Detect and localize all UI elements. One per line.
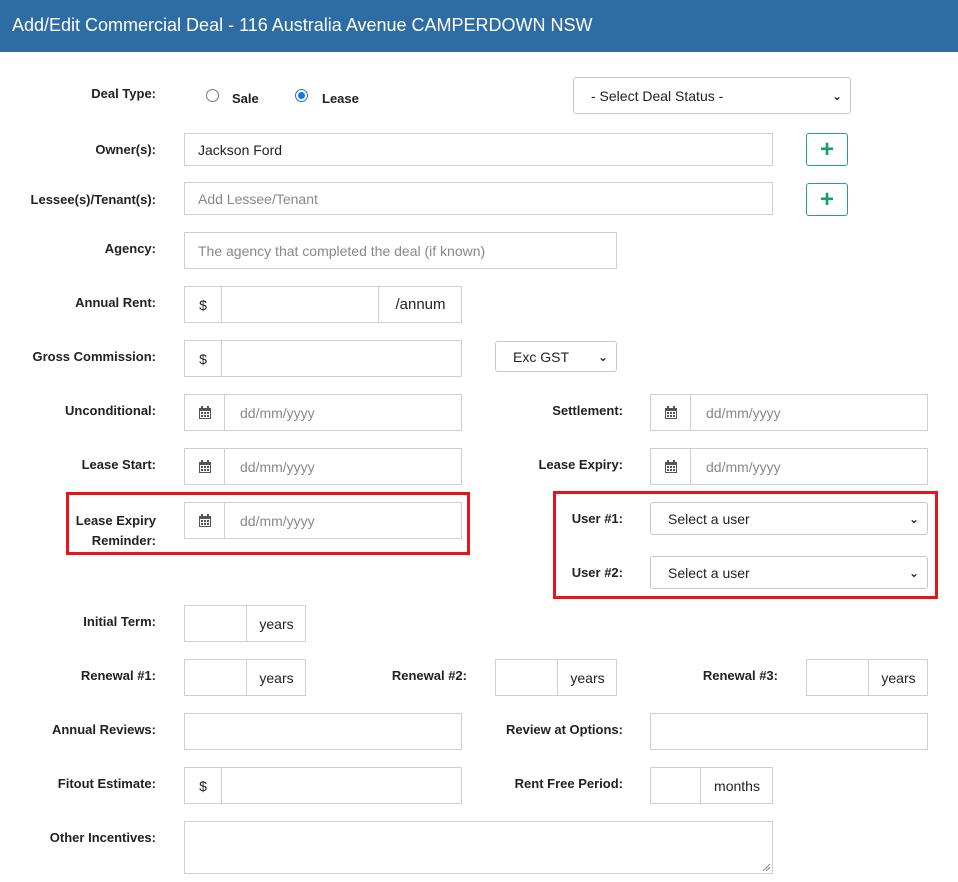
radio-lease-label[interactable]: Lease (322, 91, 359, 106)
calendar-icon[interactable] (651, 449, 691, 484)
lease-expiry-placeholder: dd/mm/yyyy (706, 459, 781, 475)
other-incentives-textarea[interactable] (184, 821, 773, 874)
radio-sale[interactable] (206, 89, 219, 102)
gst-select[interactable]: Exc GST ⌄ (495, 341, 617, 372)
settlement-placeholder: dd/mm/yyyy (706, 405, 781, 421)
fitout-prefix: $ (185, 768, 222, 803)
calendar-icon[interactable] (185, 503, 225, 538)
annual-rent-prefix: $ (185, 287, 222, 322)
lessee-input[interactable]: Add Lessee/Tenant (184, 182, 773, 215)
initial-term-unit: years (246, 606, 306, 641)
reminder-date-input[interactable]: dd/mm/yyyy (184, 502, 462, 539)
settlement-date-input[interactable]: dd/mm/yyyy (650, 394, 928, 431)
lessee-label: Lessee(s)/Tenant(s): (30, 192, 156, 207)
lease-expiry-label: Lease Expiry: (538, 457, 623, 472)
add-owner-button[interactable]: + (806, 133, 848, 166)
renewal1-input[interactable]: years (184, 659, 306, 696)
add-lessee-button[interactable]: + (806, 183, 848, 216)
annual-rent-suffix: /annum (378, 287, 462, 322)
initial-term-label: Initial Term: (83, 614, 156, 629)
settlement-label: Settlement: (552, 403, 623, 418)
deal-status-select[interactable]: - Select Deal Status - ⌄ (573, 77, 851, 114)
renewal1-unit: years (246, 660, 306, 695)
renewal2-unit: years (557, 660, 617, 695)
radio-lease[interactable] (295, 89, 308, 102)
gross-commission-input[interactable]: $ (184, 340, 462, 377)
unconditional-placeholder: dd/mm/yyyy (240, 405, 315, 421)
reminder-label: Lease Expiry Reminder: (60, 511, 156, 551)
lease-expiry-date-input[interactable]: dd/mm/yyyy (650, 448, 928, 485)
review-options-input[interactable] (650, 713, 928, 750)
dialog-title: Add/Edit Commercial Deal - 116 Australia… (12, 15, 593, 35)
resize-handle-icon[interactable] (762, 863, 770, 871)
review-options-label: Review at Options: (505, 722, 623, 737)
deal-status-value: - Select Deal Status - (591, 87, 724, 104)
rent-free-unit: months (700, 768, 773, 803)
lease-start-placeholder: dd/mm/yyyy (240, 459, 315, 475)
renewal2-input[interactable]: years (495, 659, 617, 696)
dialog-header: Add/Edit Commercial Deal - 116 Australia… (0, 0, 958, 52)
owners-input[interactable]: Jackson Ford (184, 133, 773, 166)
chevron-down-icon: ⌄ (908, 565, 919, 580)
owners-label: Owner(s): (95, 142, 156, 157)
radio-sale-label[interactable]: Sale (232, 91, 259, 106)
unconditional-label: Unconditional: (65, 403, 156, 418)
user2-label: User #2: (571, 565, 623, 580)
reminder-label-line2: Reminder: (91, 533, 156, 548)
renewal3-label: Renewal #3: (702, 668, 778, 683)
reminder-placeholder: dd/mm/yyyy (240, 513, 315, 529)
rent-free-input[interactable]: months (650, 767, 773, 804)
unconditional-date-input[interactable]: dd/mm/yyyy (184, 394, 462, 431)
chevron-down-icon: ⌄ (597, 349, 608, 364)
renewal1-label: Renewal #1: (80, 668, 156, 683)
user1-select-value: Select a user (668, 510, 750, 527)
lessee-placeholder: Add Lessee/Tenant (198, 190, 318, 207)
annual-rent-input[interactable]: $ /annum (184, 286, 462, 323)
agency-placeholder: The agency that completed the deal (if k… (198, 242, 486, 259)
deal-type-label: Deal Type: (91, 86, 156, 101)
renewal2-label: Renewal #2: (391, 668, 467, 683)
calendar-icon[interactable] (185, 395, 225, 430)
user2-select-value: Select a user (668, 564, 750, 581)
other-incentives-label: Other Incentives: (49, 830, 156, 845)
annual-rent-label: Annual Rent: (75, 295, 156, 310)
fitout-label: Fitout Estimate: (57, 776, 156, 791)
rent-free-label: Rent Free Period: (514, 776, 623, 791)
reminder-label-line1: Lease Expiry (75, 513, 156, 528)
gross-commission-label: Gross Commission: (32, 349, 156, 364)
renewal3-unit: years (868, 660, 928, 695)
user1-label: User #1: (571, 511, 623, 526)
annual-reviews-label: Annual Reviews: (51, 722, 156, 737)
user2-select[interactable]: Select a user ⌄ (650, 556, 928, 589)
calendar-icon[interactable] (651, 395, 691, 430)
chevron-down-icon: ⌄ (831, 88, 842, 103)
lease-start-date-input[interactable]: dd/mm/yyyy (184, 448, 462, 485)
lease-start-label: Lease Start: (81, 457, 156, 472)
gross-commission-prefix: $ (185, 341, 222, 376)
calendar-icon[interactable] (185, 449, 225, 484)
chevron-down-icon: ⌄ (908, 511, 919, 526)
fitout-input[interactable]: $ (184, 767, 462, 804)
annual-reviews-input[interactable] (184, 713, 462, 750)
initial-term-input[interactable]: years (184, 605, 306, 642)
owners-value: Jackson Ford (198, 141, 283, 158)
agency-input[interactable]: The agency that completed the deal (if k… (184, 232, 617, 269)
renewal3-input[interactable]: years (806, 659, 928, 696)
user1-select[interactable]: Select a user ⌄ (650, 502, 928, 535)
agency-label: Agency: (104, 241, 156, 256)
gst-select-value: Exc GST (513, 348, 570, 365)
